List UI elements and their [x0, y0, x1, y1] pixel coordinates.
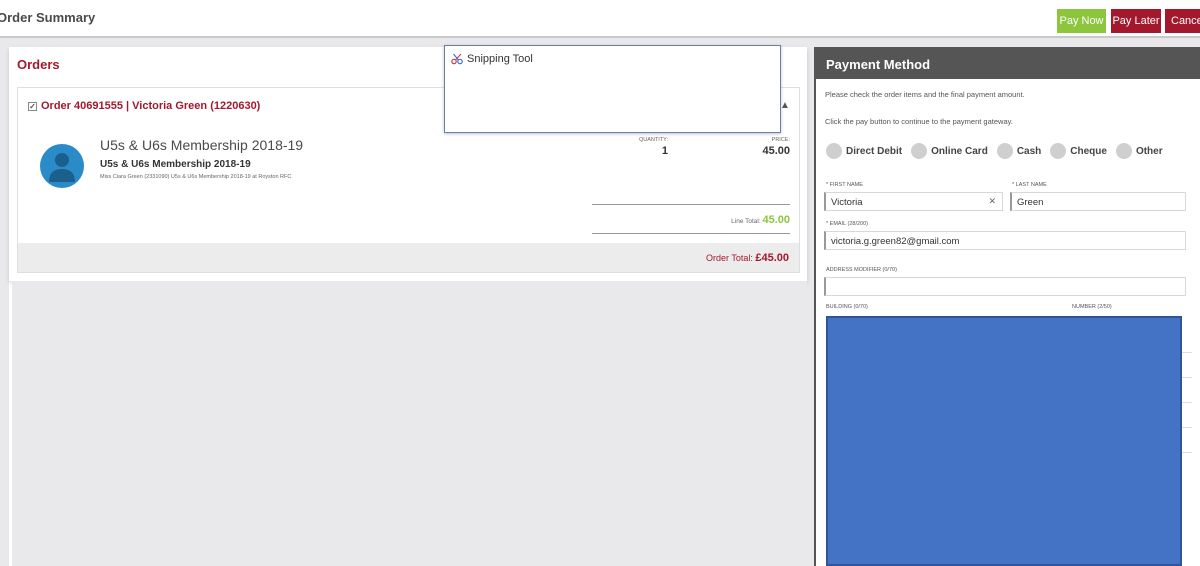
field-edge — [1182, 452, 1192, 453]
order-header[interactable]: ✓ Order 40691555 | Victoria Green (12206… — [28, 100, 260, 112]
payment-option-cash[interactable]: Cash — [996, 143, 1042, 159]
cancel-button[interactable]: Cancel — [1165, 9, 1200, 33]
field-edge — [1182, 352, 1192, 353]
empty-area — [12, 281, 807, 566]
order-footer: Order Total: £45.00 — [18, 243, 799, 272]
payment-panel: Payment Method Please check the order it… — [814, 47, 1200, 566]
snipping-tool-window[interactable]: Snipping Tool — [444, 45, 781, 133]
top-bar: Order Summary Pay Now Pay Later Cancel — [0, 0, 1200, 38]
field-edge — [1182, 377, 1192, 378]
snipping-tool-title: Snipping Tool — [467, 53, 533, 65]
radio-icon[interactable] — [826, 143, 842, 159]
payment-method-options: Direct Debit Online Card Cash Cheque Oth… — [826, 143, 1172, 159]
quantity-label: QUANTITY: — [638, 137, 668, 143]
first-name-value: Victoria — [831, 197, 863, 208]
building-label: BUILDING (0/70) — [826, 304, 868, 310]
divider — [592, 233, 790, 234]
order-total-value: £45.00 — [755, 252, 789, 264]
radio-icon[interactable] — [1115, 143, 1132, 159]
number-label: NUMBER (2/50) — [1072, 304, 1112, 310]
user-silhouette-icon — [49, 153, 75, 182]
price-value: 45.00 — [762, 145, 790, 157]
order-header-text: Order 40691555 | Victoria Green (1220630… — [41, 100, 261, 112]
payment-option-label: Online Card — [931, 145, 988, 157]
radio-icon[interactable] — [996, 143, 1013, 159]
payment-option-cheque[interactable]: Cheque — [1050, 143, 1107, 159]
line-total-label: Line Total: — [731, 218, 763, 225]
scissors-icon — [451, 53, 463, 65]
line-total: Line Total: 45.00 — [592, 214, 790, 226]
product-title: U5s & U6s Membership 2018-19 — [100, 137, 304, 153]
email-value: victoria.g.green82@gmail.com — [831, 236, 960, 247]
product-subtitle: U5s & U6s Membership 2018-19 — [100, 159, 251, 170]
field-edge — [1182, 427, 1192, 428]
clear-icon[interactable]: ✕ — [988, 196, 996, 207]
product-description: Miss Ciara Green (2331090) U5s & U6s Mem… — [100, 174, 292, 180]
payment-instruction-1: Please check the order items and the fin… — [825, 90, 1025, 99]
address-modifier-label: ADDRESS MODIFIER (0/70) — [826, 267, 897, 273]
payment-option-label: Direct Debit — [846, 145, 903, 157]
payment-title: Payment Method — [816, 47, 1200, 79]
pay-now-button[interactable]: Pay Now — [1057, 9, 1106, 33]
price-label: PRICE: — [771, 137, 790, 143]
payment-instruction-2: Click the pay button to continue to the … — [825, 117, 1013, 126]
quantity-value: 1 — [661, 145, 668, 157]
order-total-label: Order Total: — [705, 253, 756, 263]
radio-icon[interactable] — [911, 143, 928, 159]
redaction-overlay — [826, 316, 1182, 566]
payment-option-label: Cheque — [1070, 145, 1107, 157]
orders-title: Orders — [17, 57, 60, 72]
payment-option-label: Cash — [1016, 145, 1042, 157]
divider — [592, 204, 790, 205]
first-name-label: * FIRST NAME — [826, 182, 863, 188]
radio-icon[interactable] — [1050, 143, 1067, 159]
page-title: Order Summary — [0, 10, 96, 25]
payment-option-direct-debit[interactable]: Direct Debit — [826, 143, 902, 159]
snipping-tool-titlebar[interactable]: Snipping Tool — [451, 53, 533, 65]
payment-option-label: Other — [1135, 145, 1163, 157]
address-modifier-field[interactable] — [824, 277, 1186, 296]
avatar — [40, 144, 84, 188]
collapse-icon[interactable]: ▲ — [780, 100, 790, 111]
line-total-value: 45.00 — [762, 214, 790, 226]
email-label: * EMAIL (28/200) — [826, 221, 868, 227]
first-name-field[interactable]: Victoria ✕ — [824, 192, 1003, 211]
last-name-label: * LAST NAME — [1012, 182, 1047, 188]
pay-later-button[interactable]: Pay Later — [1111, 9, 1161, 33]
last-name-value: Green — [1017, 197, 1044, 208]
payment-option-online-card[interactable]: Online Card — [911, 143, 988, 159]
field-edge — [1182, 402, 1192, 403]
order-total: Order Total: £45.00 — [706, 252, 789, 264]
last-name-field[interactable]: Green — [1010, 192, 1186, 211]
order-checkbox-icon[interactable]: ✓ — [28, 101, 37, 111]
email-field[interactable]: victoria.g.green82@gmail.com — [824, 231, 1186, 250]
payment-option-other[interactable]: Other — [1115, 143, 1163, 159]
